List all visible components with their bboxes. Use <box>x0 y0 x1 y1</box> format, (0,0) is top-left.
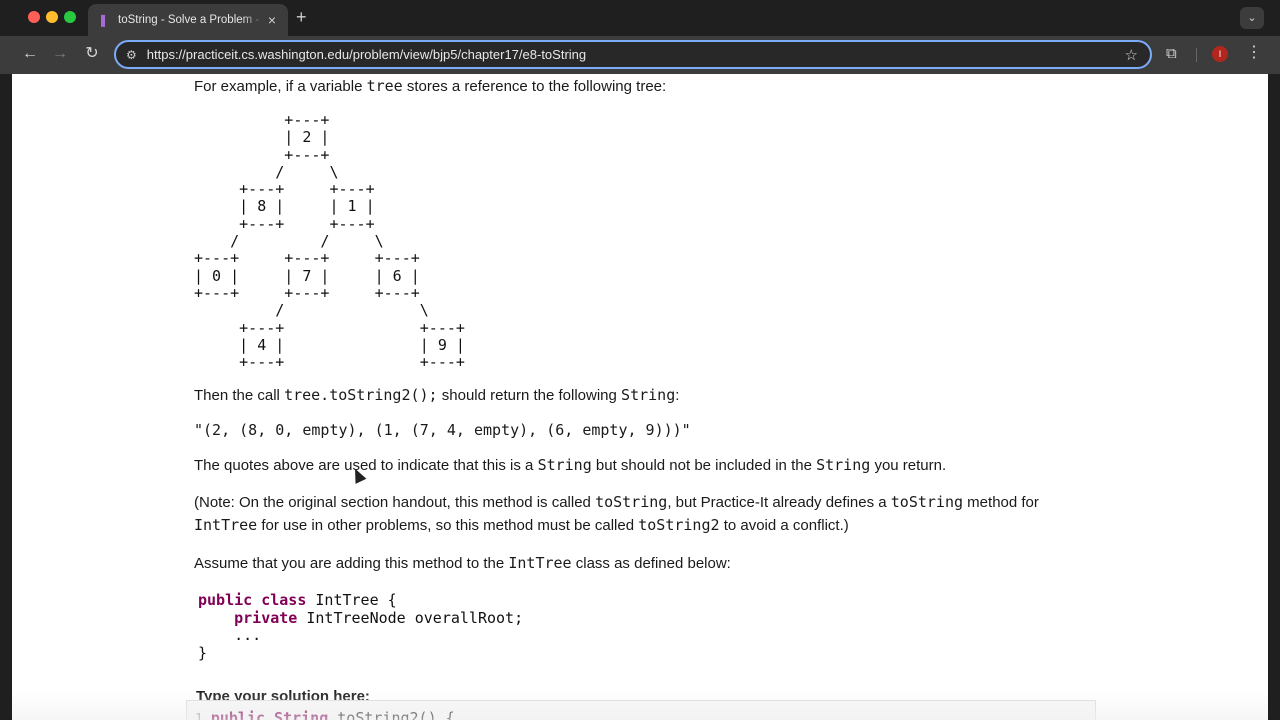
editor-keyword: public <box>210 709 266 720</box>
tab-strip: ❚ toString - Solve a Problem - Practice-… <box>0 0 1280 36</box>
note-text: method for <box>963 494 1039 511</box>
bookmark-star-icon[interactable]: ☆ <box>1125 46 1138 64</box>
expected-output: "(2, (8, 0, empty), (1, (7, 4, empty), (… <box>194 421 691 439</box>
quotes-code-1: String <box>537 456 592 474</box>
tab-close-icon[interactable]: × <box>264 12 280 28</box>
profile-avatar[interactable]: I <box>1212 46 1228 62</box>
editor-line-1[interactable]: 1 public String toString2() { <box>195 709 455 720</box>
ascii-tree-diagram: +---+ | 2 | +---+ / \ +---+ +---+ | 8 | … <box>194 111 465 372</box>
tab-search-button[interactable]: ⌄ <box>1240 7 1264 29</box>
call-code: tree.toString2(); <box>284 386 438 404</box>
class-code-block: public class IntTree { private IntTreeNo… <box>198 591 524 662</box>
intro-code: tree <box>366 77 403 95</box>
back-arrow-icon[interactable]: ← <box>20 45 40 63</box>
intro-text-end: stores a reference to the following tree… <box>402 78 667 95</box>
editor-type: String <box>274 709 329 720</box>
browser-tab-active[interactable]: ❚ toString - Solve a Problem - Practice-… <box>88 4 288 36</box>
forward-arrow-icon[interactable]: → <box>50 45 70 63</box>
practiceit-favicon-icon: ❚ <box>98 13 109 27</box>
call-text: Then the call <box>194 387 285 404</box>
note-text: to avoid a conflict.) <box>719 517 849 534</box>
browser-toolbar: ← → ↻ ⚙ https://practiceit.cs.washington… <box>0 36 1280 74</box>
intro-paragraph: For example, if a variable tree stores a… <box>194 75 666 98</box>
code-text: IntTree { <box>306 591 397 609</box>
note-paragraph-line-1: (Note: On the original section handout, … <box>194 491 1039 514</box>
address-bar[interactable]: ⚙ https://practiceit.cs.washington.edu/p… <box>114 40 1152 69</box>
code-line-2: private IntTreeNode overallRoot; <box>198 608 524 628</box>
call-text-mid: should return the following <box>437 387 622 404</box>
toolbar-divider <box>1196 48 1197 62</box>
note-text: , but Practice-It already defines a <box>667 494 891 511</box>
code-keyword: public class <box>198 591 307 609</box>
note-code: toString <box>890 493 964 511</box>
quotes-text: The quotes above are used to indicate th… <box>194 457 538 474</box>
quotes-text-end: you return. <box>870 457 947 474</box>
extensions-puzzle-icon[interactable]: ⧉ <box>1166 45 1177 62</box>
window-close-button[interactable] <box>28 11 40 23</box>
code-keyword: private <box>234 608 298 627</box>
site-info-icon[interactable]: ⚙ <box>126 48 137 62</box>
quotes-paragraph: The quotes above are used to indicate th… <box>194 454 946 477</box>
code-text: IntTreeNode overallRoot; <box>297 608 524 627</box>
tab-title: toString - Solve a Problem - Practice-It <box>118 14 264 26</box>
assume-text: Assume that you are adding this method t… <box>194 555 509 572</box>
call-text-end: : <box>675 387 680 404</box>
note-code: IntTree <box>194 516 258 534</box>
line-number: 1 <box>195 712 203 720</box>
assume-code: IntTree <box>508 554 572 572</box>
reload-icon[interactable]: ↻ <box>82 45 102 63</box>
new-tab-button[interactable]: + <box>296 8 307 26</box>
page-viewport[interactable]: For example, if a variable tree stores a… <box>12 74 1268 720</box>
note-text: for use in other problems, so this metho… <box>257 517 639 534</box>
code-line-1: public class IntTree { <box>198 591 523 610</box>
code-line-3: ... <box>198 626 262 644</box>
editor-text: toString2() { <box>328 709 455 720</box>
note-paragraph-line-2: IntTree for use in other problems, so th… <box>194 514 849 537</box>
browser-menu-icon[interactable]: ⋮ <box>1246 44 1262 62</box>
note-text: (Note: On the original section handout, … <box>194 494 596 511</box>
code-line-4: } <box>198 643 208 662</box>
intro-text: For example, if a variable <box>194 78 367 95</box>
assume-paragraph: Assume that you are adding this method t… <box>194 552 731 575</box>
call-paragraph: Then the call tree.toString2(); should r… <box>194 384 679 407</box>
url-text[interactable]: https://practiceit.cs.washington.edu/pro… <box>147 47 1125 62</box>
window-zoom-button[interactable] <box>64 11 76 23</box>
note-code: toString <box>595 493 668 511</box>
solution-editor[interactable]: 1 public String toString2() { <box>186 700 1096 720</box>
window-minimize-button[interactable] <box>46 11 58 23</box>
call-type-code: String <box>621 386 676 404</box>
quotes-text-mid: but should not be included in the <box>591 457 817 474</box>
quotes-code-2: String <box>816 456 871 474</box>
assume-text-end: class as defined below: <box>571 555 731 572</box>
note-code: toString2 <box>638 516 720 534</box>
